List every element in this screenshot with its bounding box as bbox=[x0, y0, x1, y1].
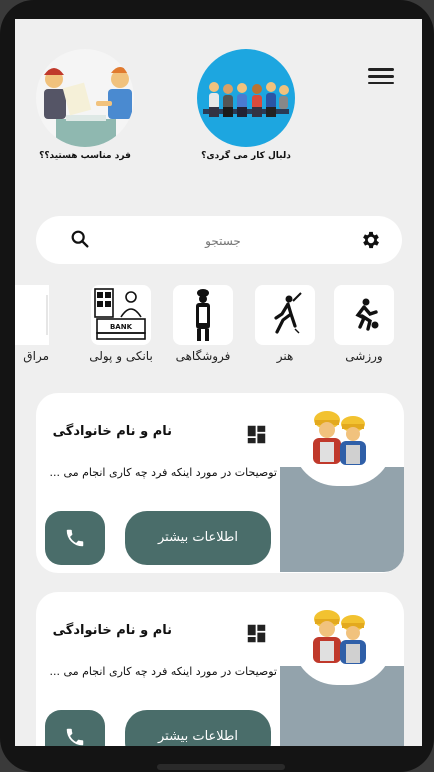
category-label: هنر bbox=[276, 349, 294, 363]
category-label: فروشگاهی bbox=[175, 349, 231, 363]
story-job-interview[interactable]: فرد مناسب هستید؟؟ bbox=[30, 49, 140, 161]
card-name: نام و نام خانوادگی bbox=[52, 424, 172, 439]
worker-card[interactable]: نام و نام خانوادگی توصیحات در مورد اینکه… bbox=[36, 393, 404, 573]
art-icon bbox=[255, 285, 315, 345]
care-icon bbox=[15, 285, 49, 345]
phone-icon bbox=[66, 728, 84, 746]
worker-card[interactable]: نام و نام خانوادگی توصیحات در مورد اینکه… bbox=[36, 592, 404, 746]
card-name: نام و نام خانوادگی bbox=[52, 623, 172, 638]
category-label: مراق bbox=[23, 349, 49, 363]
category-care[interactable]: مراق bbox=[15, 285, 49, 363]
category-list: ورزشی هنر فروشگاهی BANK بانکی و پولی مرا… bbox=[15, 285, 422, 365]
search-icon[interactable] bbox=[69, 228, 91, 250]
bank-icon: BANK bbox=[91, 285, 151, 345]
workers-avatar-icon bbox=[293, 398, 393, 486]
card-description: توصیحات در مورد اینکه فرد چه کاری انجام … bbox=[49, 665, 277, 678]
dashboard-icon[interactable] bbox=[246, 424, 267, 445]
category-art[interactable]: هنر bbox=[251, 285, 319, 363]
more-info-button[interactable]: اطلاعات بیشتر bbox=[125, 710, 271, 746]
search-bar bbox=[36, 216, 402, 264]
shop-icon bbox=[173, 285, 233, 345]
category-label: بانکی و پولی bbox=[89, 349, 153, 363]
story-job-seekers[interactable]: دلبال کار می گردی؟ bbox=[191, 49, 301, 161]
story-caption: فرد مناسب هستید؟؟ bbox=[39, 151, 131, 161]
menu-icon[interactable] bbox=[368, 66, 394, 86]
dashboard-icon[interactable] bbox=[246, 623, 267, 644]
category-label: ورزشی bbox=[345, 349, 383, 363]
call-button[interactable] bbox=[45, 511, 105, 565]
more-info-button[interactable]: اطلاعات بیشتر bbox=[125, 511, 271, 565]
workers-avatar-icon bbox=[293, 597, 393, 685]
app-screen: دلبال کار می گردی؟ فرد مناسب هستید؟؟ جست… bbox=[15, 19, 422, 746]
phone-frame: دلبال کار می گردی؟ فرد مناسب هستید؟؟ جست… bbox=[0, 0, 434, 772]
phone-icon bbox=[66, 529, 84, 547]
search-input[interactable] bbox=[106, 226, 340, 256]
call-button[interactable] bbox=[45, 710, 105, 746]
svg-text:BANK: BANK bbox=[110, 323, 133, 331]
sport-icon bbox=[334, 285, 394, 345]
job-interview-illustration bbox=[36, 49, 134, 147]
story-caption: دلبال کار می گردی؟ bbox=[201, 151, 291, 161]
job-seekers-illustration bbox=[197, 49, 295, 147]
category-bank[interactable]: BANK بانکی و پولی bbox=[79, 285, 163, 363]
category-sport[interactable]: ورزشی bbox=[330, 285, 398, 363]
home-indicator[interactable] bbox=[157, 764, 285, 770]
card-description: توصیحات در مورد اینکه فرد چه کاری انجام … bbox=[49, 466, 277, 479]
category-shop[interactable]: فروشگاهی bbox=[169, 285, 237, 363]
settings-gear-icon[interactable] bbox=[360, 229, 382, 251]
